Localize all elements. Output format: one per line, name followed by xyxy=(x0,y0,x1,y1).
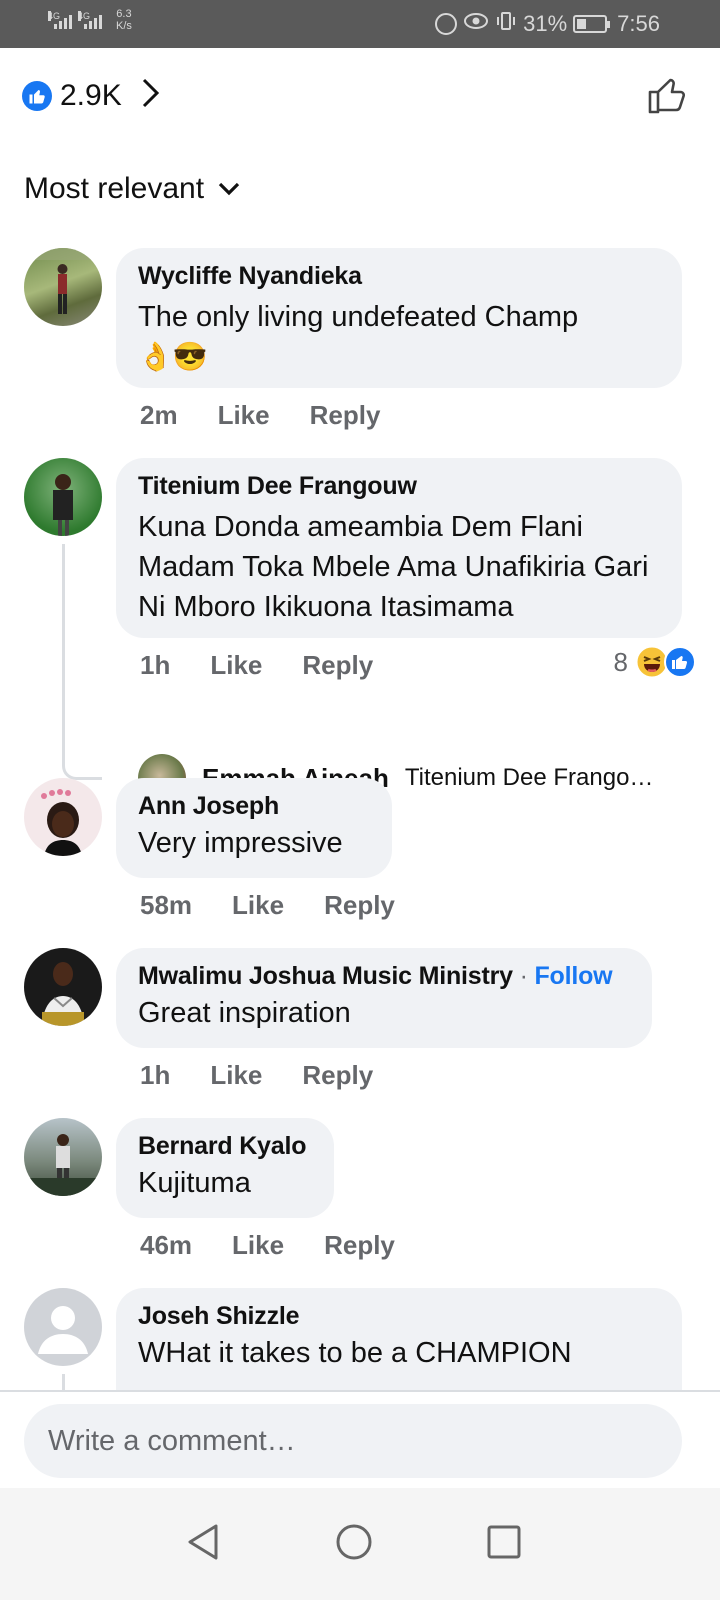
thread-line xyxy=(62,1374,65,1390)
network-speed: 6.3 K/s xyxy=(116,8,132,32)
comment-text: Kujituma xyxy=(138,1167,251,1199)
comment-actions: 1h Like Reply xyxy=(140,1060,373,1091)
comment-bubble[interactable]: Bernard Kyalo Kujituma xyxy=(116,1118,334,1218)
comment-actions: 1h Like Reply xyxy=(140,650,373,681)
comment-input[interactable]: Write a comment… xyxy=(24,1404,682,1478)
recents-button[interactable] xyxy=(484,1522,524,1562)
commenter-name[interactable]: Bernard Kyalo xyxy=(138,1132,312,1161)
network-speed-unit: K/s xyxy=(116,20,132,32)
thread-line xyxy=(62,544,102,780)
comment-time[interactable]: 2m xyxy=(140,400,178,431)
like-button[interactable]: Like xyxy=(218,400,270,431)
signal-icon: 4G xyxy=(48,11,72,29)
status-left: 4G 4G 6.3 K/s xyxy=(48,8,132,32)
like-post-button[interactable] xyxy=(646,72,690,116)
sort-label: Most relevant xyxy=(24,172,205,205)
back-button[interactable] xyxy=(184,1522,224,1562)
home-circle-icon xyxy=(336,1524,372,1560)
reply-button[interactable]: Reply xyxy=(310,400,381,431)
reply-button[interactable]: Reply xyxy=(302,650,373,681)
reply-button[interactable]: Reply xyxy=(324,1230,395,1261)
signal-icon-2: 4G xyxy=(78,11,102,29)
chevron-down-icon xyxy=(218,182,240,196)
comment-bubble[interactable]: Ann Joseph Very impressive xyxy=(116,778,392,878)
commenter-name[interactable]: Joseh Shizzle xyxy=(138,1302,660,1331)
comment-actions: 46m Like Reply xyxy=(140,1230,395,1261)
comments-sheet: 2.9K Most relevant Wycliffe Nyandieka Th… xyxy=(0,48,720,1600)
network-speed-value: 6.3 xyxy=(116,8,132,20)
like-button[interactable]: Like xyxy=(232,1230,284,1261)
battery-percent: 31% xyxy=(523,11,568,36)
avatar[interactable] xyxy=(24,1288,102,1366)
eye-comfort-icon xyxy=(463,11,489,37)
like-reaction-icon xyxy=(664,646,696,678)
comment-text: Very impressive xyxy=(138,827,343,859)
commenter-name[interactable]: Titenium Dee Frangouw xyxy=(138,472,660,501)
reply-snippet: Titenium Dee Frango… xyxy=(404,764,654,791)
comment-text: WHat it takes to be a CHAMPION xyxy=(138,1337,572,1369)
avatar[interactable] xyxy=(24,1118,102,1196)
comment-reactions[interactable]: 8 xyxy=(614,646,696,678)
comment-time[interactable]: 46m xyxy=(140,1230,192,1261)
comment-text: Kuna Donda ameambia Dem Flani Madam Toka… xyxy=(138,511,649,623)
reactions-header: 2.9K xyxy=(22,76,698,116)
reply-button[interactable]: Reply xyxy=(324,890,395,921)
like-button[interactable]: Like xyxy=(210,650,262,681)
avatar[interactable] xyxy=(24,948,102,1026)
comment-bubble[interactable]: Titenium Dee Frangouw Kuna Donda ameambi… xyxy=(116,458,682,638)
follow-button[interactable]: Follow xyxy=(534,962,612,990)
reply-button[interactable]: Reply xyxy=(302,1060,373,1091)
comment-bubble[interactable]: Joseh Shizzle WHat it takes to be a CHAM… xyxy=(116,1288,682,1390)
comment-time[interactable]: 1h xyxy=(140,1060,170,1091)
data-saver-icon xyxy=(435,13,458,35)
like-reaction-icon xyxy=(22,81,52,111)
like-button[interactable]: Like xyxy=(232,890,284,921)
sort-dropdown[interactable]: Most relevant xyxy=(24,172,240,206)
separator-dot: · xyxy=(519,962,528,990)
status-bar: 4G 4G 6.3 K/s 31% 7:56 xyxy=(0,0,720,48)
home-button[interactable] xyxy=(334,1522,374,1562)
comment-text: The only living undefeated Champ 👌😎 xyxy=(138,297,660,377)
default-profile-icon xyxy=(38,1306,88,1354)
emoji: 👌😎 xyxy=(138,341,208,372)
avatar[interactable] xyxy=(24,458,102,536)
commenter-header: Mwalimu Joshua Music Ministry · Follow xyxy=(138,962,630,991)
back-triangle-icon xyxy=(188,1524,218,1560)
recents-square-icon xyxy=(487,1525,521,1559)
chevron-right-icon[interactable] xyxy=(140,76,162,116)
reaction-count: 8 xyxy=(613,646,628,677)
comment-text: Great inspiration xyxy=(138,997,351,1029)
comment-item: Joseh Shizzle WHat it takes to be a CHAM… xyxy=(0,1288,720,1390)
like-button[interactable]: Like xyxy=(210,1060,262,1091)
battery-icon xyxy=(573,15,611,33)
commenter-name[interactable]: Ann Joseph xyxy=(138,792,370,821)
status-right: 31% 7:56 xyxy=(435,10,660,38)
avatar[interactable] xyxy=(24,778,102,856)
vibrate-icon xyxy=(495,10,517,38)
comment-composer: Write a comment… xyxy=(0,1390,720,1488)
comment-actions: 58m Like Reply xyxy=(140,890,395,921)
comment-bubble[interactable]: Mwalimu Joshua Music Ministry · Follow G… xyxy=(116,948,652,1048)
network-type-2: 4G xyxy=(78,11,91,21)
system-nav-bar xyxy=(0,1488,720,1600)
commenter-name[interactable]: Mwalimu Joshua Music Ministry xyxy=(138,962,513,990)
avatar[interactable] xyxy=(24,248,102,326)
thumbs-up-icon xyxy=(648,78,686,114)
commenter-name[interactable]: Wycliffe Nyandieka xyxy=(138,262,660,291)
comment-actions: 2m Like Reply xyxy=(140,400,380,431)
comment-bubble[interactable]: Wycliffe Nyandieka The only living undef… xyxy=(116,248,682,388)
reaction-count[interactable]: 2.9K xyxy=(60,79,122,113)
comment-time[interactable]: 58m xyxy=(140,890,192,921)
comment-time[interactable]: 1h xyxy=(140,650,170,681)
network-type-1: 4G xyxy=(48,11,61,21)
comment-text-body: The only living undefeated Champ xyxy=(138,301,579,333)
clock: 7:56 xyxy=(617,11,660,36)
